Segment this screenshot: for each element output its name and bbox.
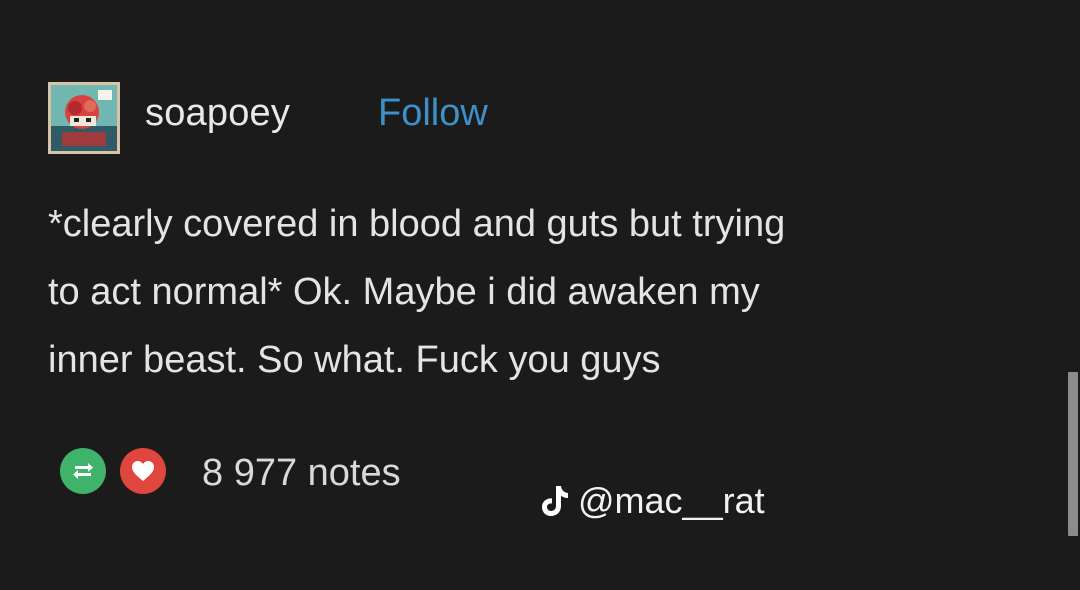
avatar-image — [48, 82, 120, 154]
heart-icon-glyph — [132, 461, 154, 481]
reblog-icon[interactable] — [60, 448, 106, 494]
tiktok-icon — [542, 486, 568, 516]
reblog-icon-glyph — [73, 463, 93, 479]
follow-button[interactable]: Follow — [378, 92, 488, 135]
notes-count[interactable]: 8 977 notes — [202, 452, 401, 495]
scrollbar[interactable] — [1068, 372, 1078, 536]
post-card: soapoey Follow *clearly covered in blood… — [0, 0, 1080, 590]
username[interactable]: soapoey — [145, 92, 290, 135]
heart-icon[interactable] — [120, 448, 166, 494]
user-avatar[interactable] — [48, 82, 120, 154]
tiktok-watermark: @mac__rat — [540, 480, 765, 522]
post-body-line: inner beast. So what. Fuck you guys — [48, 339, 661, 381]
post-body-line: *clearly covered in blood and guts but t… — [48, 203, 786, 245]
watermark-handle: @mac__rat — [578, 480, 765, 521]
post-body: *clearly covered in blood and guts but t… — [48, 190, 1038, 394]
post-body-line: to act normal* Ok. Maybe i did awaken my — [48, 271, 760, 313]
